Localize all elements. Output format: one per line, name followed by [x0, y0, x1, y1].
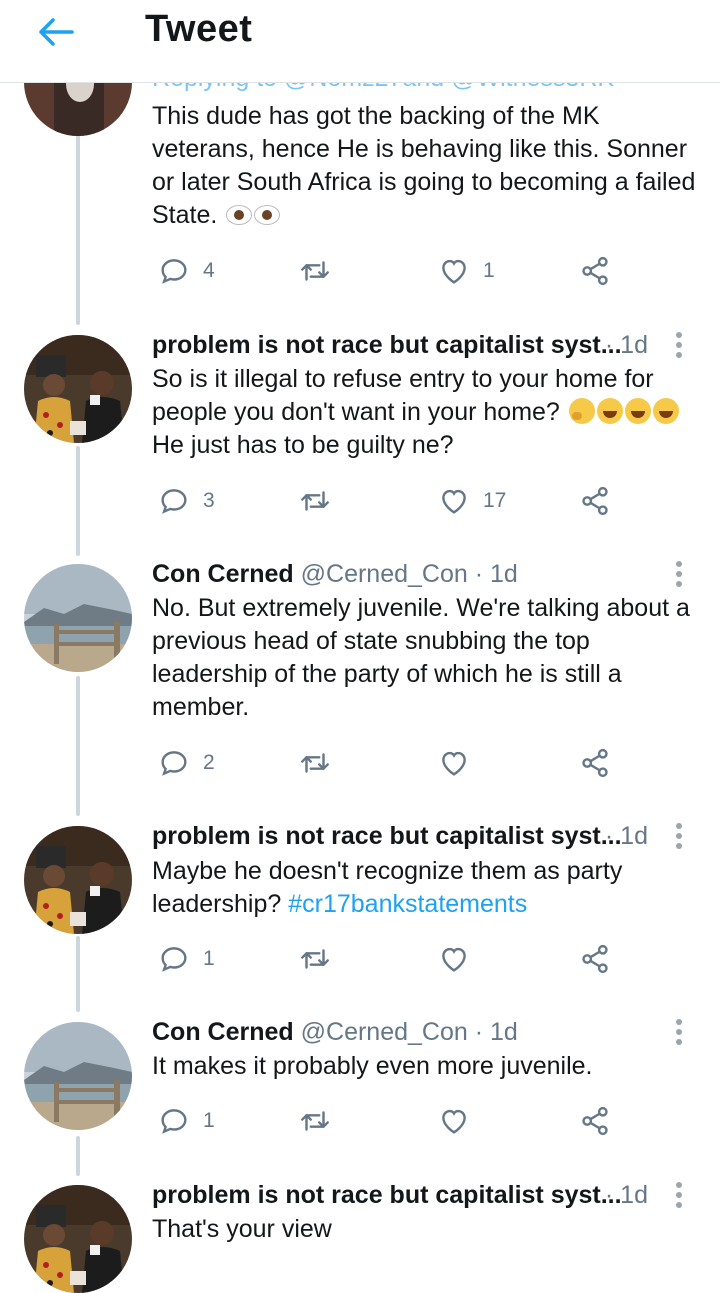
more-options-icon[interactable]: [673, 332, 685, 362]
like-button[interactable]: 1: [437, 251, 495, 291]
retweet-icon: [298, 484, 332, 518]
user-name[interactable]: problem is not race but capitalist syst.…: [152, 1181, 622, 1209]
more-options-icon[interactable]: [673, 823, 685, 853]
laughing-emoji-icon: [596, 398, 623, 424]
share-button[interactable]: [578, 481, 612, 521]
tweet-actions: 1: [0, 939, 720, 979]
share-icon: [578, 746, 612, 780]
more-options-icon[interactable]: [673, 561, 685, 591]
thread-line: [76, 1136, 80, 1176]
tweet-text: So is it illegal to refuse entry to your…: [152, 363, 697, 462]
like-button[interactable]: [437, 939, 471, 979]
user-handle: @Cerned_Con · 1d: [300, 1018, 518, 1046]
tweet-actions: 4 1: [0, 251, 720, 291]
thread-line: [76, 130, 80, 325]
like-icon: [437, 1104, 471, 1138]
tweet-header: problem is not race but capitalist syst.…: [152, 822, 622, 851]
retweet-icon: [298, 254, 332, 288]
retweet-button[interactable]: [298, 251, 332, 291]
tweet-text: This dude has got the backing of the MK …: [152, 102, 696, 229]
avatar[interactable]: [24, 564, 132, 672]
tweet-actions: 2: [0, 743, 720, 783]
like-icon: [437, 746, 471, 780]
eye-emoji-icon: [254, 205, 281, 225]
share-icon: [578, 1104, 612, 1138]
retweet-button[interactable]: [298, 743, 332, 783]
user-handle: @Cerned_Con · 1d: [300, 560, 518, 588]
share-button[interactable]: [578, 743, 612, 783]
avatar[interactable]: [24, 1185, 132, 1293]
tweet-text: Maybe he doesn't recognize them as party…: [152, 857, 623, 918]
tweet-actions: 1: [0, 1101, 720, 1141]
like-count: 17: [483, 489, 507, 512]
user-name[interactable]: Con Cerned: [152, 1018, 294, 1046]
reply-button[interactable]: 3: [157, 481, 215, 521]
reply-button[interactable]: 2: [157, 743, 215, 783]
top-app-bar: Tweet: [0, 0, 720, 83]
reply-button[interactable]: 4: [157, 251, 215, 291]
tweet-header: problem is not race but capitalist syst.…: [152, 1181, 622, 1210]
reply-button[interactable]: 1: [157, 1101, 215, 1141]
tweet-time: · 1d: [604, 822, 648, 850]
retweet-icon: [298, 746, 332, 780]
retweet-icon: [298, 1104, 332, 1138]
tweet-text: That's your view: [152, 1215, 332, 1243]
user-name[interactable]: problem is not race but capitalist syst.…: [152, 822, 622, 850]
thinking-emoji-icon: [568, 398, 595, 424]
retweet-button[interactable]: [298, 939, 332, 979]
reply-icon: [157, 484, 191, 518]
back-arrow-icon[interactable]: [36, 12, 76, 52]
laughing-emoji-icon: [652, 398, 679, 424]
page-title: Tweet: [145, 8, 253, 50]
avatar[interactable]: [24, 335, 132, 443]
reply-count: 3: [203, 489, 215, 512]
share-button[interactable]: [578, 251, 612, 291]
retweet-button[interactable]: [298, 481, 332, 521]
reply-count: 2: [203, 751, 215, 774]
like-button[interactable]: [437, 1101, 471, 1141]
like-button[interactable]: 17: [437, 481, 506, 521]
user-name[interactable]: Con Cerned: [152, 560, 294, 588]
like-icon: [437, 484, 471, 518]
avatar[interactable]: [24, 826, 132, 934]
tweet-text: No. But extremely juvenile. We're talkin…: [152, 594, 690, 721]
tweet-time: · 1d: [604, 1181, 648, 1209]
hashtag-link[interactable]: #cr17bankstatements: [288, 890, 527, 918]
like-button[interactable]: [437, 743, 471, 783]
reply-icon: [157, 254, 191, 288]
tweet-header: Con Cerned @Cerned_Con · 1d: [152, 560, 518, 589]
tweet-header: problem is not race but capitalist syst.…: [152, 331, 622, 360]
reply-button[interactable]: 1: [157, 939, 215, 979]
share-icon: [578, 254, 612, 288]
like-icon: [437, 254, 471, 288]
like-count: 1: [483, 259, 495, 282]
tweet-actions: 3 17: [0, 481, 720, 521]
retweet-icon: [298, 942, 332, 976]
reply-count: 1: [203, 1109, 215, 1132]
tweet-header: Con Cerned @Cerned_Con · 1d: [152, 1018, 518, 1047]
retweet-button[interactable]: [298, 1101, 332, 1141]
share-icon: [578, 942, 612, 976]
reply-count: 1: [203, 947, 215, 970]
share-button[interactable]: [578, 939, 612, 979]
share-button[interactable]: [578, 1101, 612, 1141]
more-options-icon[interactable]: [673, 1182, 685, 1212]
like-icon: [437, 942, 471, 976]
tweet-text: It makes it probably even more juvenile.: [152, 1052, 593, 1080]
reply-icon: [157, 1104, 191, 1138]
reply-icon: [157, 746, 191, 780]
reply-count: 4: [203, 259, 215, 282]
reply-icon: [157, 942, 191, 976]
share-icon: [578, 484, 612, 518]
more-options-icon[interactable]: [673, 1019, 685, 1049]
eye-emoji-icon: [226, 205, 253, 225]
user-name[interactable]: problem is not race but capitalist syst.…: [152, 331, 622, 359]
tweet-time: · 1d: [604, 331, 648, 359]
laughing-emoji-icon: [624, 398, 651, 424]
